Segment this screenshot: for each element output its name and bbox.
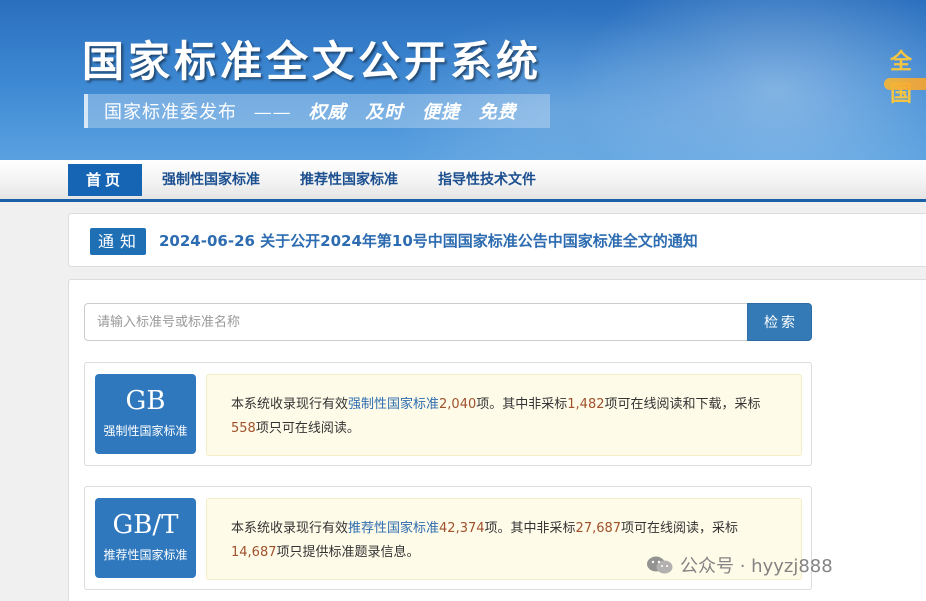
description-text: 本系统收录现行有效 bbox=[231, 521, 349, 536]
description-text: 项只提供标准题录信息。 bbox=[276, 545, 420, 560]
adopted-count: 14,687 bbox=[231, 545, 277, 560]
slogan-prefix: 国家标准委发布 bbox=[104, 102, 237, 123]
site-title: 国家标准全文公开系统 bbox=[82, 37, 543, 86]
wechat-icon bbox=[647, 556, 673, 574]
description-text: 项。其中非采标 bbox=[484, 521, 576, 536]
main-nav: 首页 强制性国家标准 推荐性国家标准 指导性技术文件 bbox=[0, 160, 926, 202]
category-code: GB/T bbox=[112, 510, 179, 540]
nav-item-recommended-standards[interactable]: 推荐性国家标准 bbox=[300, 164, 398, 196]
notice-bar: 通知 2024-06-26 关于公开2024年第10号中国国家标准公告中国家标准… bbox=[68, 213, 926, 267]
non-adopted-count: 1,482 bbox=[567, 397, 605, 412]
category-link[interactable]: 推荐性国家标准 bbox=[348, 521, 439, 536]
total-count: 42,374 bbox=[439, 521, 485, 536]
adopted-count: 558 bbox=[231, 421, 256, 436]
header-banner: 国家标准全文公开系统 国家标准委发布 —— 权威 及时 便捷 免费 全国 bbox=[0, 0, 926, 160]
slogan-keyword: 权威 bbox=[308, 102, 347, 123]
slogan-dash: —— bbox=[253, 102, 292, 123]
nav-item-technical-guidance[interactable]: 指导性技术文件 bbox=[438, 164, 536, 196]
slogan-keyword: 便捷 bbox=[421, 102, 460, 123]
notice-link[interactable]: 2024-06-26 关于公开2024年第10号中国国家标准公告中国家标准全文的… bbox=[159, 230, 698, 251]
category-label: 推荐性国家标准 bbox=[103, 548, 188, 562]
category-description: 本系统收录现行有效强制性国家标准2,040项。其中非采标1,482项可在线阅读和… bbox=[206, 374, 802, 456]
nav-item-home[interactable]: 首页 bbox=[68, 164, 142, 196]
category-link[interactable]: 强制性国家标准 bbox=[348, 397, 439, 412]
corner-logo-text: 全国 bbox=[890, 50, 913, 107]
category-code: GB bbox=[125, 386, 166, 416]
category-tile-gbt[interactable]: GB/T 推荐性国家标准 bbox=[95, 498, 196, 578]
description-text: 项可在线阅读，采标 bbox=[621, 521, 739, 536]
total-count: 2,040 bbox=[439, 397, 477, 412]
description-text: 项只可在线阅读。 bbox=[255, 421, 360, 436]
standard-card-mandatory: GB 强制性国家标准 本系统收录现行有效强制性国家标准2,040项。其中非采标1… bbox=[84, 362, 812, 466]
category-label: 强制性国家标准 bbox=[103, 424, 188, 438]
watermark-text: 公众号 · hyyzj888 bbox=[680, 556, 833, 577]
description-text: 项。其中非采标 bbox=[476, 397, 568, 412]
search-button[interactable]: 检索 bbox=[747, 303, 812, 341]
site-slogan: 国家标准委发布 —— 权威 及时 便捷 免费 bbox=[104, 98, 529, 124]
slogan-keyword: 及时 bbox=[365, 102, 404, 123]
description-text: 项可在线阅读和下载，采标 bbox=[604, 397, 761, 412]
search-input[interactable] bbox=[84, 303, 748, 341]
corner-logo-swoosh bbox=[884, 78, 926, 90]
description-text: 本系统收录现行有效 bbox=[231, 397, 349, 412]
wechat-watermark: 公众号 · hyyzj888 bbox=[646, 552, 833, 578]
nav-item-mandatory-standards[interactable]: 强制性国家标准 bbox=[162, 164, 260, 196]
slogan-keyword: 免费 bbox=[478, 102, 517, 123]
category-tile-gb[interactable]: GB 强制性国家标准 bbox=[95, 374, 196, 454]
non-adopted-count: 27,687 bbox=[575, 521, 622, 536]
notice-badge: 通知 bbox=[90, 228, 146, 255]
